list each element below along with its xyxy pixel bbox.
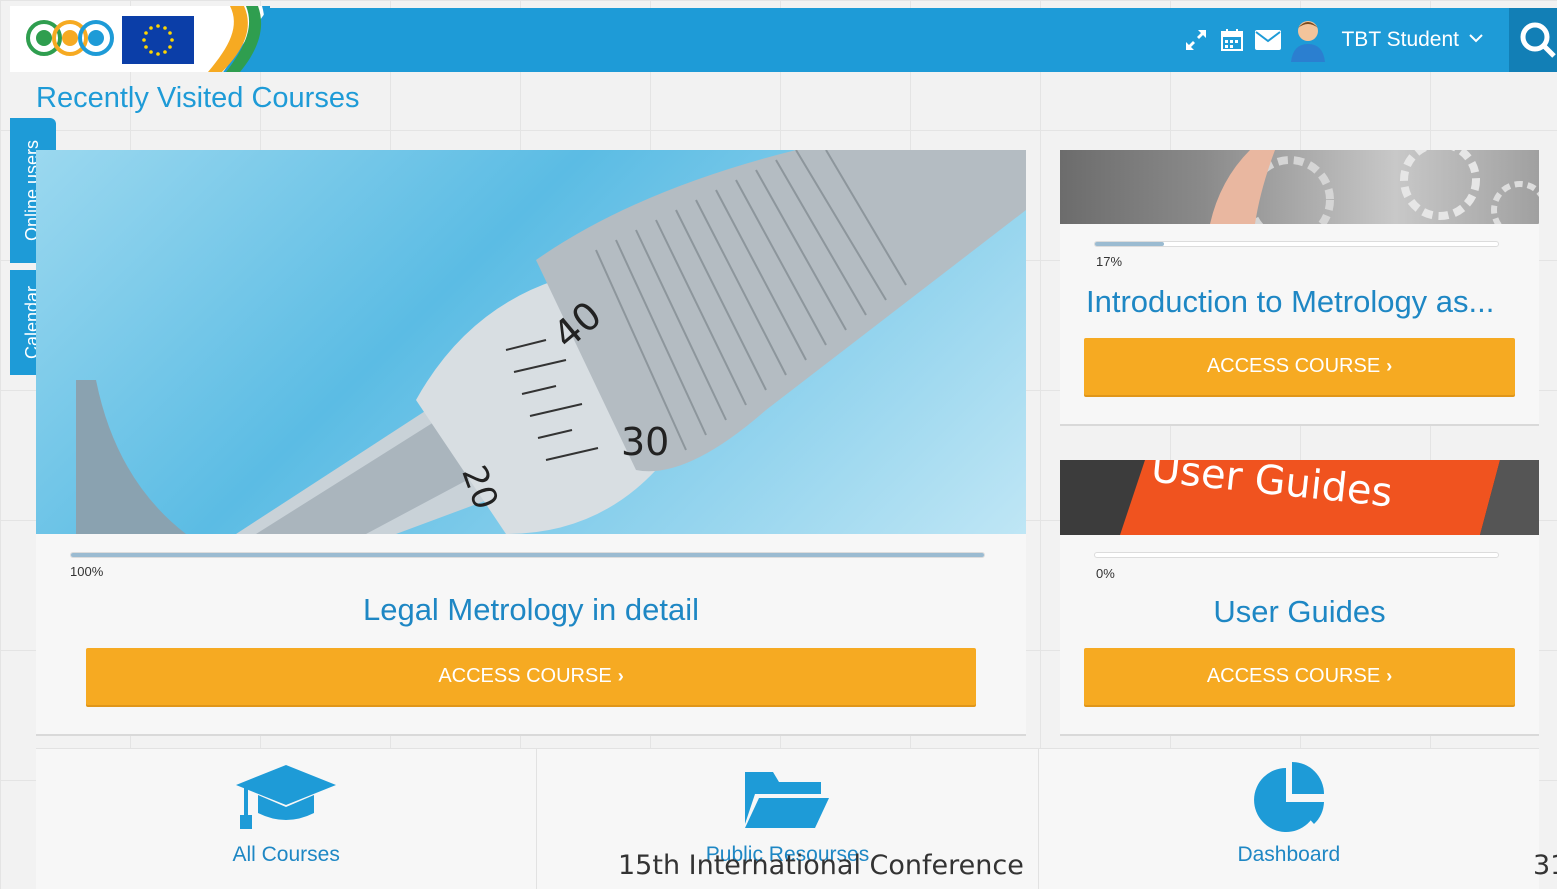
user-name[interactable]: TBT Student: [1341, 28, 1459, 52]
course-progress-bar: [1094, 552, 1499, 558]
organization-logo-icon: [26, 20, 114, 56]
access-course-label: ACCESS COURSE: [1206, 355, 1381, 377]
nav-all-courses[interactable]: All Courses: [36, 749, 538, 889]
course-progress-bar: [1094, 241, 1499, 247]
course-progress-fill: [71, 553, 984, 557]
chevron-right-icon: ›: [617, 666, 624, 686]
graduation-cap-icon: [236, 765, 337, 831]
course-image-gears[interactable]: [1060, 150, 1539, 224]
course-progress-text: 0%: [1096, 566, 1115, 581]
course-image-user-guides-key[interactable]: User Guides: [1060, 460, 1539, 535]
calendar-icon[interactable]: [1219, 27, 1245, 53]
search-button[interactable]: [1509, 8, 1557, 72]
chevron-right-icon: ›: [1386, 666, 1393, 686]
mail-icon[interactable]: [1255, 27, 1282, 53]
course-card-legal-metrology: 40 30 20 100% Legal Metrology in detail …: [36, 150, 1026, 734]
micrometer-number-30: 30: [621, 420, 669, 464]
header-actions: TBT Student: [1183, 8, 1557, 72]
folder-open-icon: [745, 765, 830, 831]
user-avatar-icon[interactable]: [1291, 18, 1326, 62]
slide-number: 31: [1533, 850, 1557, 881]
course-title[interactable]: User Guides: [1060, 594, 1539, 630]
access-course-button[interactable]: ACCESS COURSE ›: [1084, 648, 1515, 705]
course-card-intro-metrology: 17% Introduction to Metrology as... ACCE…: [1060, 150, 1539, 424]
course-title[interactable]: Introduction to Metrology as...: [1086, 284, 1526, 320]
pie-chart-icon: [1252, 762, 1326, 832]
course-progress-bar: [70, 552, 985, 558]
search-icon: [1520, 22, 1556, 58]
course-progress-text: 17%: [1096, 254, 1123, 269]
logo-swoosh: [208, 6, 270, 72]
access-course-label: ACCESS COURSE: [1206, 665, 1381, 687]
nav-label: All Courses: [232, 843, 340, 866]
nav-dashboard[interactable]: Dashboard: [1039, 749, 1539, 889]
access-course-button[interactable]: ACCESS COURSE ›: [86, 648, 976, 705]
course-progress-text: 100%: [70, 564, 104, 579]
section-title: Recently Visited Courses: [36, 82, 360, 114]
chevron-right-icon: ›: [1386, 356, 1393, 376]
access-course-label: ACCESS COURSE: [438, 665, 612, 687]
nav-label: Dashboard: [1237, 843, 1341, 866]
course-image-micrometer[interactable]: 40 30 20: [36, 150, 1026, 534]
course-progress-fill: [1095, 242, 1164, 246]
slide-footer-conference: 15th International Conference: [618, 850, 1024, 881]
course-title[interactable]: Legal Metrology in detail: [36, 592, 1026, 628]
eu-flag-icon: [122, 16, 194, 64]
access-course-button[interactable]: ACCESS COURSE ›: [1084, 338, 1515, 395]
expand-icon[interactable]: [1183, 27, 1209, 53]
course-card-user-guides: User Guides 0% User Guides ACCESS COURSE…: [1060, 460, 1539, 734]
chevron-down-icon[interactable]: [1469, 31, 1483, 49]
